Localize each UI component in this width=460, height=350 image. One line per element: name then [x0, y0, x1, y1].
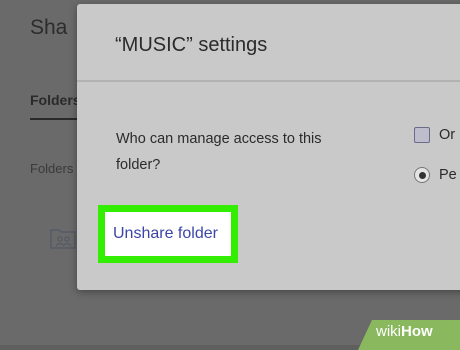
access-option-label: Or — [439, 127, 456, 143]
page-title: Sha — [30, 16, 68, 39]
access-option-people[interactable]: Pe — [414, 167, 457, 183]
dialog-header-divider — [77, 80, 460, 82]
access-option-owner[interactable]: Or — [414, 127, 455, 143]
access-option-radio[interactable] — [414, 167, 430, 183]
dialog-title: “MUSIC” settings — [115, 34, 268, 56]
tab-active-underline — [30, 118, 80, 120]
unshare-folder-link[interactable]: Unshare folder — [113, 225, 218, 243]
tab-folders[interactable]: Folders — [30, 92, 81, 108]
manage-access-question: Who can manage access to this folder? — [116, 131, 322, 173]
wikihow-watermark: wikiHow — [376, 323, 433, 340]
access-option-label: Pe — [439, 167, 457, 183]
radio-selected-dot — [418, 171, 426, 179]
shared-folder-icon — [48, 222, 78, 252]
unshare-highlight: Unshare folder — [98, 205, 238, 263]
access-option-checkbox[interactable] — [414, 127, 430, 143]
folders-section-label: Folders — [30, 161, 74, 176]
